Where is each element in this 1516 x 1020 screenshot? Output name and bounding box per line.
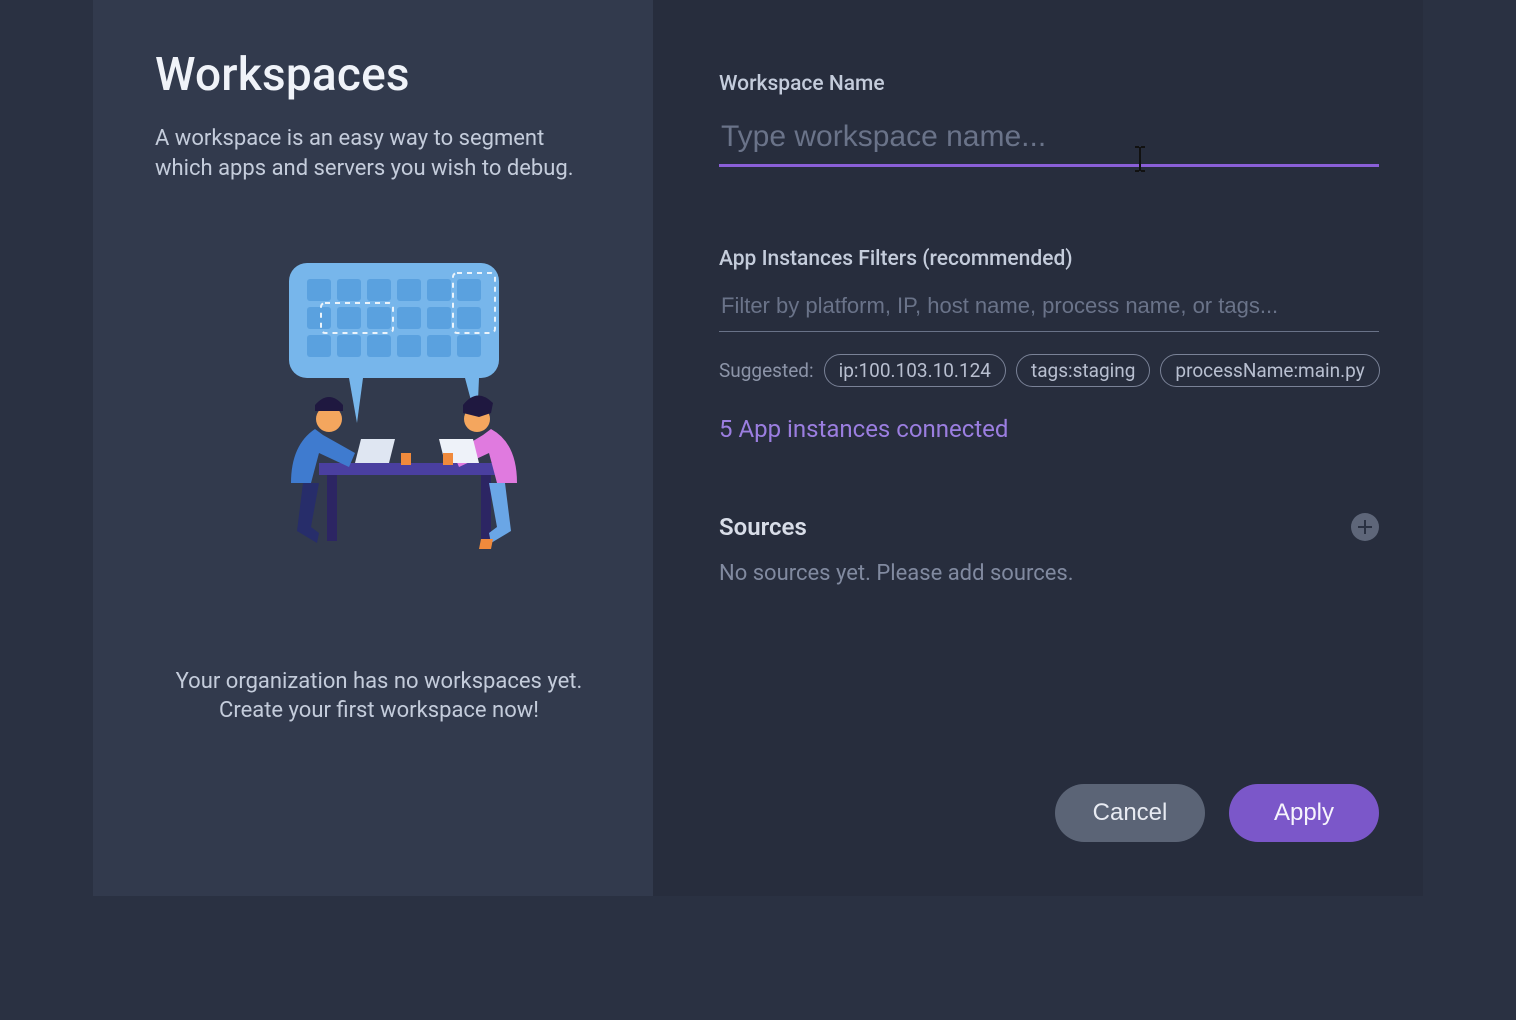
apply-button[interactable]: Apply (1229, 784, 1379, 842)
empty-org-message: Your organization has no workspaces yet.… (155, 667, 603, 726)
page-description: A workspace is an easy way to segment wh… (155, 124, 603, 183)
suggested-row: Suggested: ip:100.103.10.124 tags:stagin… (719, 354, 1383, 387)
workspace-name-input[interactable] (719, 114, 1379, 167)
plus-icon (1357, 519, 1373, 535)
workspace-name-label: Workspace Name (719, 72, 1383, 96)
create-workspace-dialog: Workspaces A workspace is an easy way to… (93, 0, 1423, 896)
cancel-button[interactable]: Cancel (1055, 784, 1205, 842)
add-source-button[interactable] (1351, 513, 1379, 541)
right-pane: Workspace Name App Instances Filters (re… (653, 0, 1423, 896)
suggested-chip-tags[interactable]: tags:staging (1016, 354, 1150, 387)
connected-instances-link[interactable]: 5 App instances connected (719, 415, 1383, 443)
suggested-label: Suggested: (719, 359, 814, 382)
suggested-chip-ip[interactable]: ip:100.103.10.124 (824, 354, 1006, 387)
filters-label: App Instances Filters (recommended) (719, 247, 1383, 271)
dialog-footer: Cancel Apply (719, 784, 1379, 856)
sources-empty-text: No sources yet. Please add sources. (719, 561, 1383, 586)
sources-label: Sources (719, 513, 807, 541)
workspaces-illustration (229, 263, 529, 553)
left-pane: Workspaces A workspace is an easy way to… (93, 0, 653, 896)
page-title: Workspaces (155, 48, 603, 102)
suggested-chip-process[interactable]: processName:main.py (1160, 354, 1379, 387)
filters-input[interactable] (719, 289, 1379, 332)
